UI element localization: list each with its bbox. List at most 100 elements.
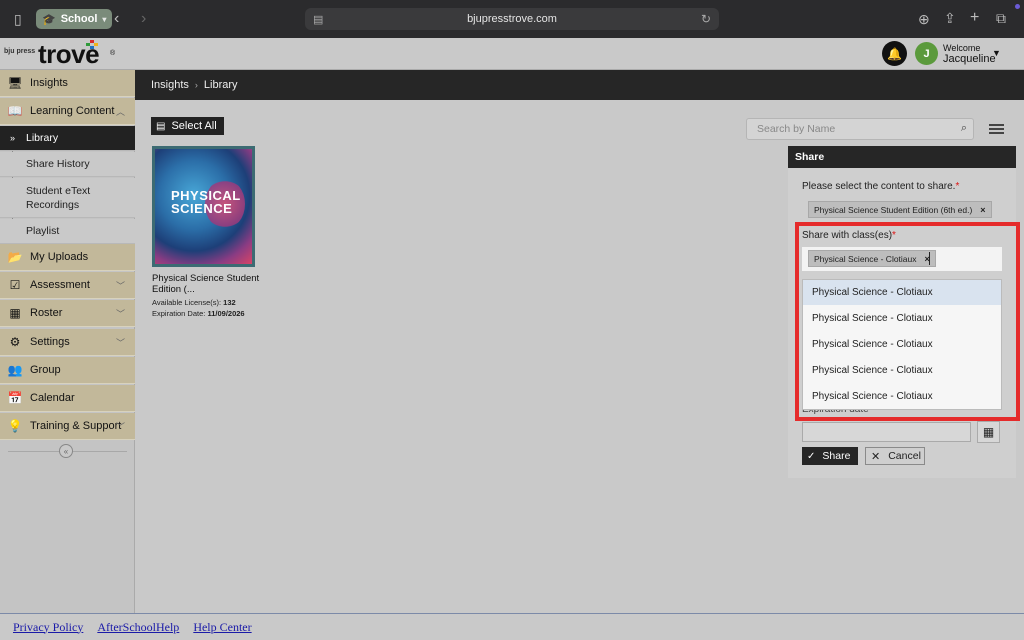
sidebar-item-label: My Uploads xyxy=(30,251,89,263)
tab-group-school[interactable]: 🎓 School ▾ xyxy=(36,9,113,29)
site-settings-icon[interactable]: ▤ xyxy=(313,13,323,26)
sidebar-subitem-share-history[interactable]: Share History xyxy=(0,152,135,177)
lightbulb-icon: 💡 xyxy=(7,419,23,433)
expiration-value: 11/09/2026 xyxy=(207,309,245,318)
search-placeholder: Search by Name xyxy=(757,123,836,135)
chevron-down-icon: ﹀ xyxy=(115,308,125,319)
highlight-annotation-box xyxy=(795,222,1020,421)
book-cover-card[interactable]: PHYSICAL SCIENCE xyxy=(152,146,255,267)
sidebar-subitem-label: Student eText Recordings xyxy=(26,184,91,211)
sidebar-item-group[interactable]: 👥 Group xyxy=(0,357,135,384)
calendar-picker-icon[interactable]: ▦ xyxy=(977,421,1000,443)
share-button[interactable]: ✓ Share xyxy=(802,447,858,465)
sidebar-item-label: Assessment xyxy=(30,279,90,291)
graduation-cap-icon: 🎓 xyxy=(42,13,56,26)
sidebar-item-my-uploads[interactable]: 📂 My Uploads xyxy=(0,244,135,271)
content-prompt-label: Please select the content to share.* xyxy=(802,181,959,192)
sidebar-item-insights[interactable]: 🖥 Insights xyxy=(0,70,135,97)
download-icon[interactable]: ⊕ xyxy=(918,11,930,28)
sidebar-subitem-library[interactable]: » Library xyxy=(0,126,135,151)
chevron-down-icon: ﹀ xyxy=(115,337,125,348)
sidebar-item-roster[interactable]: ▦ Roster ﹀ xyxy=(0,300,135,327)
calendar-grid-icon: ▦ xyxy=(9,306,21,320)
select-all-label: Select All xyxy=(171,120,217,132)
sidebar-item-label: Roster xyxy=(30,307,63,319)
gear-icon: ⚙ xyxy=(9,335,21,349)
back-icon[interactable]: ‹ xyxy=(114,10,119,28)
cancel-button[interactable]: ✕ Cancel xyxy=(865,447,925,465)
forward-icon[interactable]: › xyxy=(141,10,146,28)
users-icon: 👥 xyxy=(7,363,23,377)
expiration-date-input[interactable] xyxy=(802,422,971,442)
notification-bell-icon[interactable]: 🔔 xyxy=(882,41,907,66)
content-chip-label: Physical Science Student Edition (6th ed… xyxy=(814,204,973,215)
close-icon: ✕ xyxy=(871,450,881,463)
notification-dot xyxy=(1015,4,1020,9)
sidebar-item-label: Group xyxy=(30,364,61,376)
licenses-value: 132 xyxy=(223,298,236,307)
user-menu-caret-icon[interactable]: ▼ xyxy=(992,48,1001,58)
hamburger-menu-icon[interactable] xyxy=(989,124,1004,134)
book-cover-image: PHYSICAL SCIENCE xyxy=(155,149,252,264)
search-icon[interactable]: ⌕ xyxy=(961,122,967,135)
sidebar-toggle-icon[interactable]: ▯ xyxy=(14,11,22,28)
licenses-label: Available License(s): xyxy=(152,298,222,307)
sidebar-item-assessment[interactable]: ☑ Assessment ﹀ xyxy=(0,272,135,299)
remove-chip-icon[interactable]: × xyxy=(980,205,985,215)
user-welcome[interactable]: Welcome Jacqueline xyxy=(943,43,996,65)
tab-group-label: School xyxy=(60,13,98,25)
calendar-icon: 📅 xyxy=(7,391,23,405)
book-meta: Available License(s): 132 Expiration Dat… xyxy=(152,297,245,319)
search-input[interactable]: Search by Name ⌕ xyxy=(746,118,974,140)
sidebar-item-label: Learning Content xyxy=(30,105,115,117)
sidebar-item-learning-content[interactable]: 📖 Learning Content ︿ xyxy=(0,98,135,125)
breadcrumb-item-library: Library xyxy=(203,79,238,91)
content-prompt-text: Please select the content to share. xyxy=(802,181,956,192)
collapse-sidebar-icon[interactable]: « xyxy=(59,444,73,458)
logo-mark-icon xyxy=(86,40,98,49)
checkmark-icon: ✓ xyxy=(807,450,816,462)
share-button-label: Share xyxy=(822,450,851,462)
chevron-down-icon: ﹀ xyxy=(115,421,125,432)
sidebar-subitem-label: Library xyxy=(26,132,59,144)
user-name: Jacqueline xyxy=(943,53,996,65)
book-icon: 📖 xyxy=(7,104,23,118)
sidebar-subitem-student-etext-recordings[interactable]: Student eText Recordings xyxy=(0,178,135,218)
registered-mark: ® xyxy=(110,50,116,57)
avatar[interactable]: J xyxy=(915,42,938,65)
folder-icon: 📂 xyxy=(7,250,23,264)
breadcrumb: Insights › Library xyxy=(135,70,1024,100)
sidebar-item-settings[interactable]: ⚙ Settings ﹀ xyxy=(0,329,135,356)
sidebar-item-label: Insights xyxy=(30,77,68,89)
sidebar-item-calendar[interactable]: 📅 Calendar xyxy=(0,385,135,412)
cover-title: PHYSICAL SCIENCE xyxy=(171,188,241,216)
sidebar-item-training-support[interactable]: 💡 Training & Support ﹀ xyxy=(0,413,135,440)
expiration-label: Expiration Date: xyxy=(152,309,206,318)
monitor-icon: 🖥 xyxy=(7,76,23,90)
book-title[interactable]: Physical Science Student Edition (... xyxy=(152,273,262,295)
publisher-logo-text: bju press xyxy=(4,48,36,55)
new-tab-icon[interactable]: + xyxy=(970,9,979,27)
chevron-down-icon: ﹀ xyxy=(115,280,125,291)
select-list-icon: ▤ xyxy=(156,120,166,132)
share-panel-title: Share xyxy=(788,146,1016,168)
chevron-down-icon: ▾ xyxy=(102,14,107,24)
app-header: bju press trove ® 🔔 J Welcome Jacqueline… xyxy=(0,38,1024,70)
breadcrumb-item-insights[interactable]: Insights xyxy=(151,79,189,91)
address-bar[interactable]: ▤ bjupresstrove.com ↻ xyxy=(305,8,719,30)
content-chip: Physical Science Student Edition (6th ed… xyxy=(808,201,992,218)
breadcrumb-separator-icon: › xyxy=(194,80,198,90)
browser-toolbar: ▯ 🎓 School ▾ ‹ › ▤ bjupresstrove.com ↻ ⊕… xyxy=(0,0,1024,38)
tab-overview-icon[interactable]: ⧉ xyxy=(996,10,1006,27)
sidebar-subitem-playlist[interactable]: Playlist xyxy=(0,219,135,244)
share-sheet-icon[interactable]: ⇪ xyxy=(944,10,956,27)
active-arrow-icon: » xyxy=(10,133,16,143)
sidebar: 🖥 Insights 📖 Learning Content ︿ » Librar… xyxy=(0,70,135,613)
footer-link-afterschoolhelp[interactable]: AfterSchoolHelp xyxy=(97,620,179,635)
footer: Privacy Policy AfterSchoolHelp Help Cent… xyxy=(0,613,1024,640)
select-all-button[interactable]: ▤ Select All xyxy=(151,117,224,135)
url-text: bjupresstrove.com xyxy=(467,13,557,25)
reload-icon[interactable]: ↻ xyxy=(701,12,711,26)
footer-link-privacy-policy[interactable]: Privacy Policy xyxy=(13,620,83,635)
footer-link-help-center[interactable]: Help Center xyxy=(193,620,251,635)
